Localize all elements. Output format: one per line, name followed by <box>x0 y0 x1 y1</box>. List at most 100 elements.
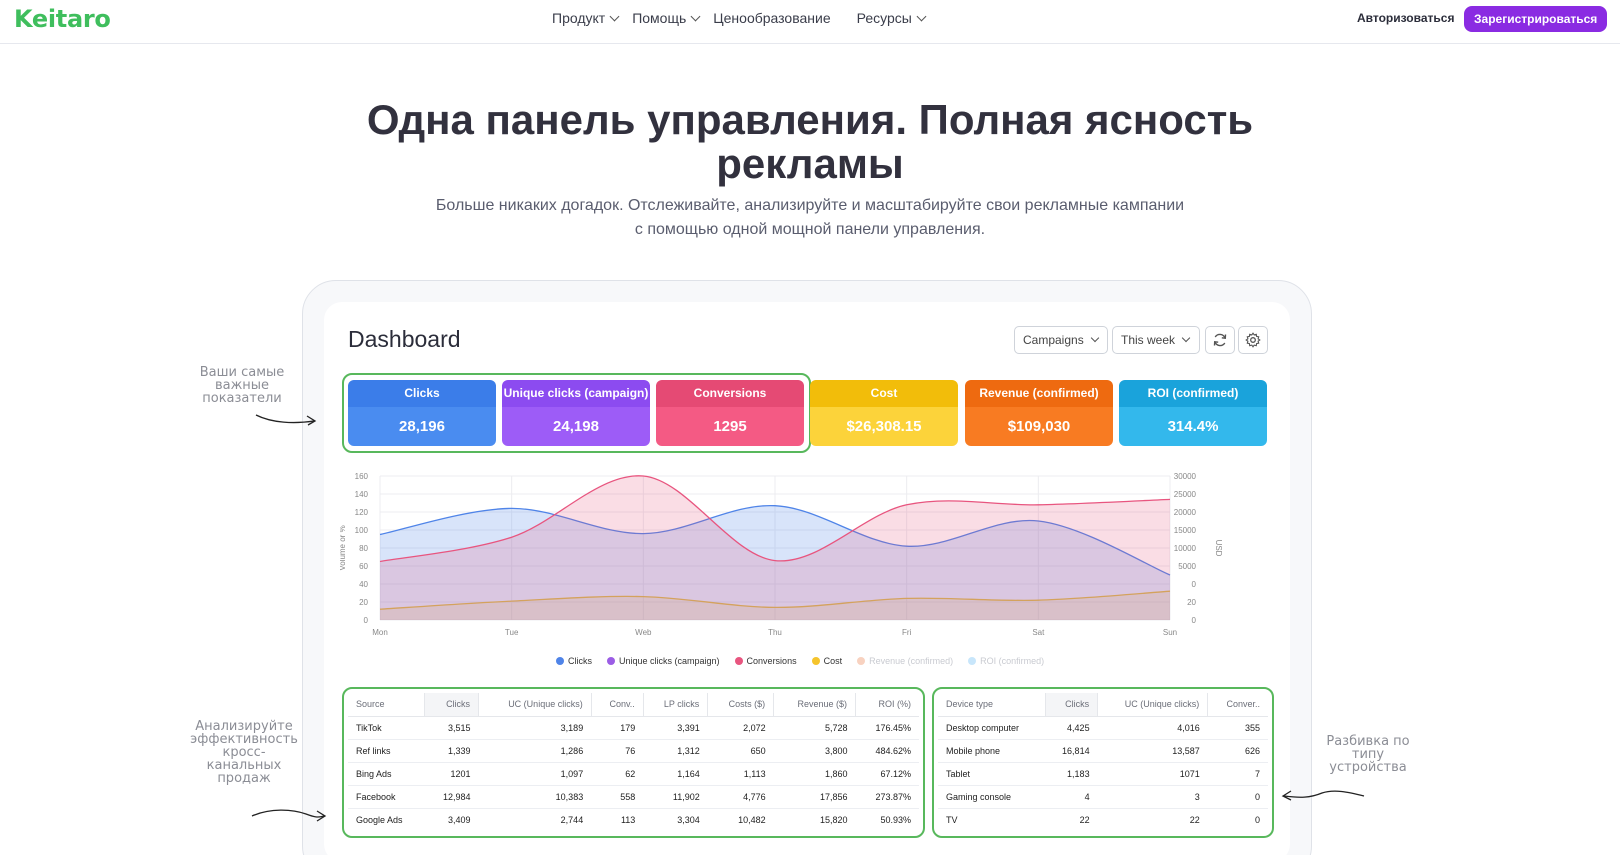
legend-label: Unique clicks (campaign) <box>619 656 720 666</box>
table-row[interactable]: Mobile phone 16,814 13,587 626 <box>938 739 1268 763</box>
table-cell: 4,425 <box>1045 716 1098 740</box>
column-header[interactable]: UC (Unique clicks) <box>1097 693 1208 717</box>
settings-button[interactable] <box>1238 326 1268 354</box>
legend-item[interactable]: Revenue (confirmed) <box>857 656 953 666</box>
x-tick-label: Mon <box>372 628 388 637</box>
select-value: This week <box>1121 333 1176 347</box>
chevron-down-icon <box>916 11 927 21</box>
column-header[interactable]: Costs ($) <box>707 693 774 717</box>
campaigns-select[interactable]: Campaigns <box>1014 326 1108 354</box>
y-right-tick-label: 5000 <box>1178 562 1196 571</box>
table-cell: 3,391 <box>643 716 708 740</box>
kpi-value: 24,198 <box>502 407 650 446</box>
column-header[interactable]: Clicks <box>1044 693 1098 717</box>
kpi-card[interactable]: ROI (confirmed) 314.4% <box>1119 380 1267 446</box>
table-cell: TV <box>946 814 958 825</box>
table-cell: 3 <box>1097 785 1208 809</box>
table-cell: Gaming console <box>938 785 1046 809</box>
table-cell: 76 <box>591 739 644 763</box>
legend-item[interactable]: ROI (confirmed) <box>968 656 1044 666</box>
kpi-label: ROI (confirmed) <box>1119 380 1267 407</box>
column-header[interactable]: Clicks <box>424 693 479 717</box>
legend-item[interactable]: Clicks <box>556 656 592 666</box>
table-cell: 1,860 <box>773 762 856 786</box>
table-cell: 1201 <box>424 762 479 786</box>
login-link[interactable]: Авторизоваться <box>1357 11 1454 25</box>
table-header-row: Device type Clicks UC (Unique clicks) Conve… <box>938 693 1268 717</box>
hero-title-line: Одна панель управления. Полная ясность <box>366 96 1254 143</box>
legend-item[interactable]: Cost <box>811 656 842 666</box>
table-cell: 3,800 <box>773 739 856 763</box>
kpi-label: Conversions <box>656 380 804 407</box>
chart-legend: Clicks Unique clicks (campaign) Conversion… <box>556 656 1044 666</box>
table-row[interactable]: Desktop computer 4,425 4,016 355 <box>938 716 1268 740</box>
x-tick-label: Sun <box>1163 628 1177 637</box>
table-cell: Facebook <box>348 785 425 809</box>
y-right-axis-label: USD <box>1214 540 1223 557</box>
table-cell: 3,515 <box>424 716 479 740</box>
period-select[interactable]: This week <box>1112 326 1200 354</box>
menu-item-help[interactable]: Помощь <box>632 10 701 26</box>
menu-item-resources[interactable]: Ресурсы <box>857 10 927 26</box>
column-header[interactable]: Device type <box>938 693 1046 717</box>
refresh-button[interactable] <box>1205 326 1235 354</box>
column-header[interactable]: Source <box>348 693 425 717</box>
table-cell: 10,482 <box>738 814 766 825</box>
kpi-card[interactable]: Cost $26,308.15 <box>810 380 958 446</box>
legend-swatch <box>607 657 615 665</box>
y-right-tick-label: 15000 <box>1174 526 1197 535</box>
y-tick-label: 100 <box>355 526 369 535</box>
kpi-label: Revenue (confirmed) <box>965 380 1113 407</box>
menu-label: Ценообразование <box>713 10 831 26</box>
table-cell: 176.45% <box>855 716 919 740</box>
table-cell: 17,856 <box>773 785 856 809</box>
column-header[interactable]: UC (Unique clicks) <box>478 693 592 717</box>
menu-item-pricing[interactable]: Ценообразование <box>713 10 830 26</box>
legend-label: ROI (confirmed) <box>980 656 1045 666</box>
gear-icon <box>1245 332 1261 348</box>
table-cell: 50.93% <box>880 814 911 825</box>
legend-item[interactable]: Unique clicks (campaign) <box>607 656 720 666</box>
kpi-value: 314.4% <box>1119 407 1267 446</box>
column-header[interactable]: Conver.. <box>1207 693 1268 717</box>
table-row[interactable]: Google Ads 3,409 2,744 113 3,304 10,482 15,820… <box>348 808 919 831</box>
kpi-label: Cost <box>810 380 958 407</box>
y-tick-label: 120 <box>355 508 369 517</box>
table-row[interactable]: Ref links 1,339 1,286 76 1,312 650 3,800 484.62… <box>348 739 919 763</box>
table-cell: 355 <box>1207 716 1268 740</box>
signup-button[interactable]: Зарегистрироваться <box>1464 6 1608 32</box>
table-cell: 62 <box>591 762 644 786</box>
kpi-card[interactable]: Conversions 1295 <box>656 380 804 446</box>
table-row[interactable]: Gaming console 4 3 0 <box>938 785 1268 809</box>
table-cell: 4 <box>1045 785 1098 809</box>
table-cell: 12,984 <box>424 785 479 809</box>
note-line: продаж <box>217 771 271 786</box>
kpi-card[interactable]: Revenue (confirmed) $109,030 <box>965 380 1113 446</box>
logo[interactable]: Keitaro <box>14 5 111 33</box>
y-tick-label: 60 <box>359 562 368 571</box>
chevron-down-icon <box>1090 333 1099 343</box>
x-tick-label: Thu <box>768 628 782 637</box>
column-header[interactable]: LP clicks <box>642 693 708 717</box>
menu-item-product[interactable]: Продукт <box>552 10 620 26</box>
table-row[interactable]: Tablet 1,183 1071 7 <box>938 762 1268 786</box>
table-row[interactable]: Facebook 12,984 10,383 558 11,902 4,776 17,856… <box>348 785 919 809</box>
table-row[interactable]: TikTok 3,515 3,189 179 3,391 2,072 5,728 176.45… <box>348 716 919 740</box>
legend-item[interactable]: Conversions <box>734 656 797 666</box>
x-tick-label: Sat <box>1032 628 1045 637</box>
kpi-card[interactable]: Unique clicks (campaign) 24,198 <box>502 380 650 446</box>
kpi-value: $109,030 <box>965 407 1113 446</box>
arrow-icon <box>255 414 317 426</box>
kpi-card[interactable]: Clicks 28,196 <box>348 380 496 446</box>
menu-label: Помощь <box>632 10 687 26</box>
column-header[interactable]: Conv.. <box>590 693 644 717</box>
column-header[interactable]: Revenue ($) <box>773 693 856 717</box>
table-cell: 67.12% <box>855 762 919 786</box>
table-row[interactable]: Bing Ads 1201 1,097 62 1,164 1,113 1,860 67.12% <box>348 762 919 786</box>
table-cell: 22 <box>1189 814 1200 825</box>
note-cross-channel: Анализируйте эффективность кросс- каналь… <box>186 720 302 785</box>
table-row[interactable]: TV 22 22 0 <box>938 808 1268 831</box>
column-header[interactable]: ROI (%) <box>855 693 919 717</box>
y-tick-label: 160 <box>355 472 369 481</box>
table-cell: 1,183 <box>1045 762 1098 786</box>
